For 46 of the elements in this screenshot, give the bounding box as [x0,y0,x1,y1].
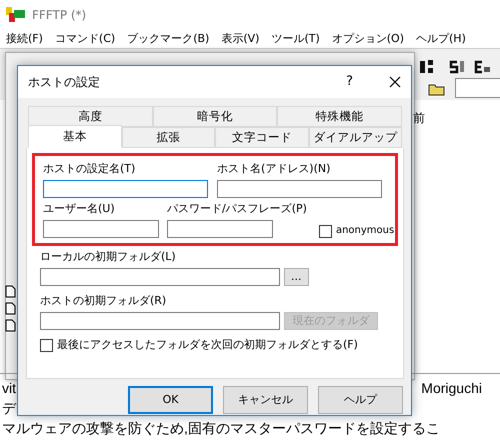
input-field[interactable] [43,220,159,238]
field-label: ホストの初期フォルダ(R) [40,294,168,308]
toolbar-field[interactable] [455,78,500,98]
tab[interactable]: 拡張 [122,127,215,148]
checkbox-label: anonymous [336,224,394,238]
app-logo-icon [6,7,26,23]
menu-item[interactable]: ブックマーク(B) [127,30,210,48]
dialog-button[interactable]: OK [128,386,213,414]
tab[interactable]: 特殊機能 [277,106,402,127]
dialog-button[interactable]: キャンセル [223,386,308,414]
menu-item[interactable]: 接続(F) [6,30,43,48]
tab[interactable]: 高度 [28,106,153,127]
column-header: 前 [413,111,425,125]
field-label: ホスト名(アドレス)(N) [217,162,332,176]
menu-item[interactable]: オプション(O) [332,30,404,48]
help-button[interactable]: ? [346,72,353,92]
folder-icon[interactable] [428,82,446,96]
log-line: マルウェアの攻撃を防ぐため,固有のマスターパスワードを設定するこ [2,419,440,438]
close-icon[interactable] [389,76,401,88]
log-text: Moriguchi [421,379,482,398]
tab[interactable]: 基本 [28,125,122,148]
window-title: FFFTP (*) [32,7,86,24]
menu-item[interactable]: コマンド(C) [54,30,116,48]
input-field[interactable] [43,180,208,198]
field-label: ユーザー名(U) [43,202,116,216]
menu-item[interactable]: ツール(T) [271,30,320,48]
field-label: ローカルの初期フォルダ(L) [40,250,177,264]
browse-button[interactable]: ... [284,268,308,286]
menu-item[interactable]: ヘルプ(H) [416,30,466,48]
dialog-title: ホストの設定 [28,74,100,91]
log-line: vit [2,379,16,398]
field-label: ホストの設定名(T) [43,162,136,176]
input-field[interactable] [40,312,280,330]
field-label: パスワード/パスフレーズ(P) [167,202,307,216]
log-line: デ [2,399,16,418]
dialog-button[interactable]: ヘルプ [318,386,403,414]
input-field[interactable] [40,268,280,286]
checkbox[interactable] [40,338,53,352]
input-field[interactable] [167,220,273,238]
input-field[interactable] [217,180,382,198]
menu-item[interactable]: 表示(V) [221,30,260,48]
checkbox[interactable] [318,224,332,238]
tab[interactable]: 文字コード [215,127,308,148]
tab[interactable]: ダイアルアップ [308,127,402,148]
checkbox-label: 最後にアクセスしたフォルダを次回の初期フォルダとする(F) [57,338,358,352]
tab[interactable]: 暗号化 [152,106,278,127]
